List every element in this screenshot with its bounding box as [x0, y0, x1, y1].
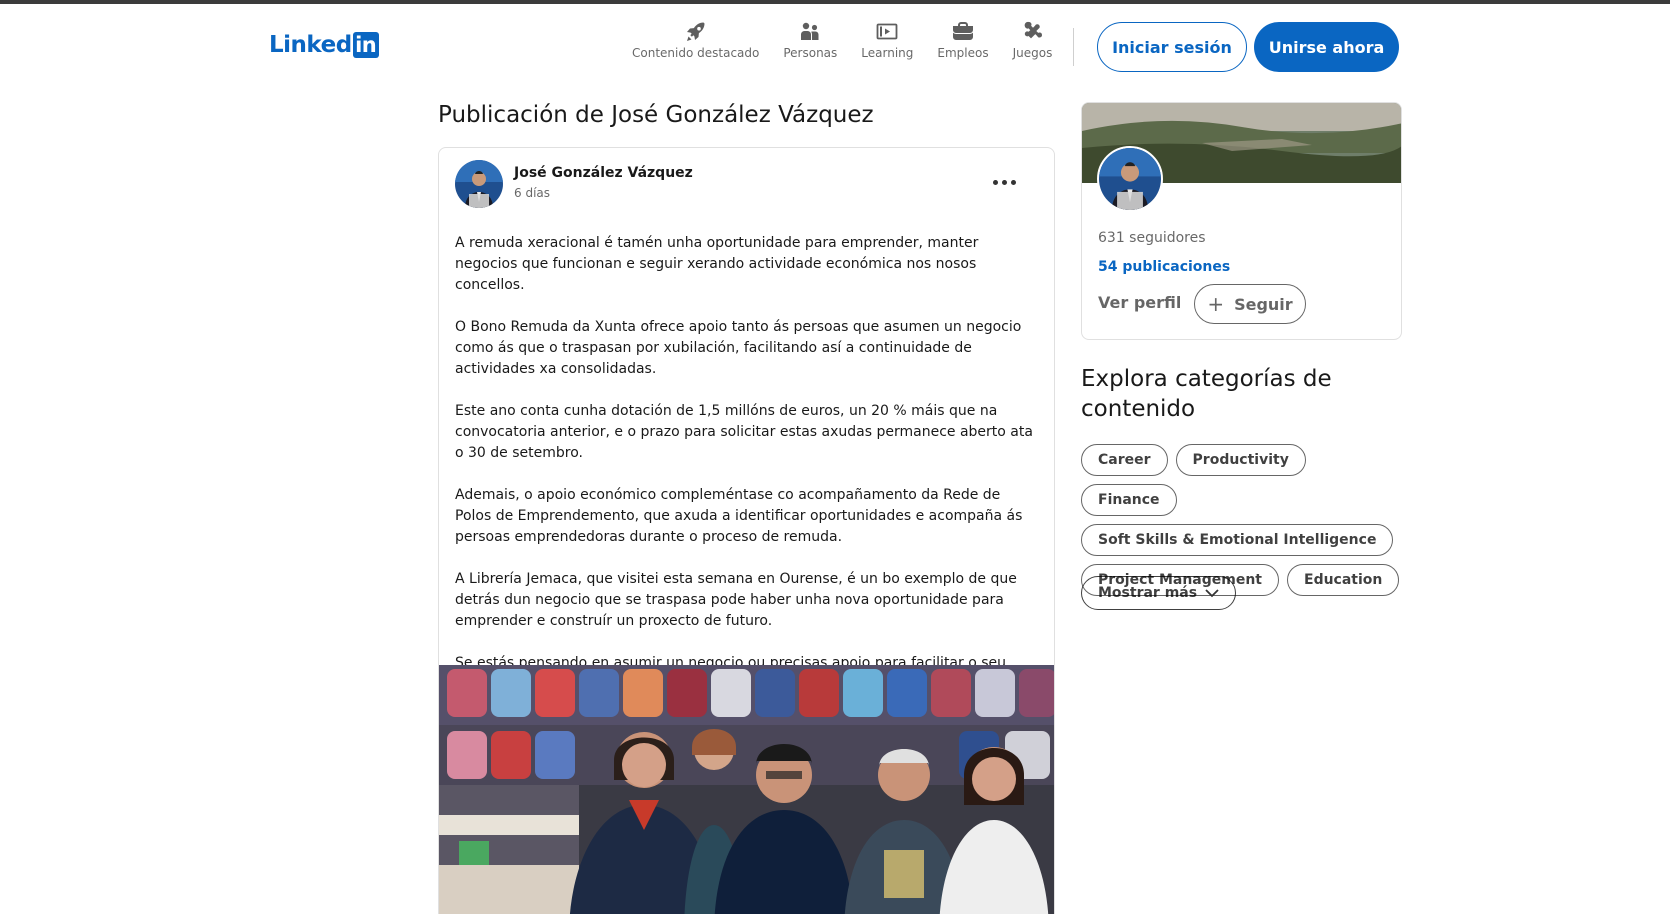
profile-avatar[interactable] — [1097, 146, 1163, 212]
view-profile-link[interactable]: Ver perfil — [1098, 293, 1181, 312]
logo-in-box: in — [352, 32, 379, 58]
people-icon — [801, 22, 819, 40]
follow-button[interactable]: + Seguir — [1194, 284, 1306, 324]
global-header: Linked in Contenido destacado Personas Le… — [0, 4, 1670, 84]
post-timestamp: 6 días — [514, 186, 551, 200]
nav-item-empleos[interactable]: Empleos — [925, 20, 1000, 70]
follow-label: Seguir — [1234, 294, 1293, 314]
category-chip-education[interactable]: Education — [1287, 564, 1400, 596]
nav-divider — [1073, 28, 1074, 66]
followers-count: 631 seguidores — [1098, 230, 1206, 246]
author-avatar[interactable] — [455, 160, 503, 208]
category-chip-productivity[interactable]: Productivity — [1175, 444, 1306, 476]
play-video-icon — [876, 23, 898, 40]
post-text: A remuda xeracional é tamén unha oportun… — [455, 233, 1040, 716]
posts-count-link[interactable]: 54 publicaciones — [1098, 259, 1230, 275]
plus-icon: + — [1207, 292, 1225, 316]
show-more-label: Mostrar más — [1098, 585, 1198, 601]
chevron-down-icon — [1205, 589, 1219, 598]
main-nav: Contenido destacado Personas Learning Em… — [620, 20, 1064, 70]
briefcase-icon — [953, 22, 973, 40]
category-chip-finance[interactable]: Finance — [1081, 484, 1177, 516]
linkedin-logo[interactable]: Linked in — [269, 31, 379, 59]
nav-item-juegos[interactable]: Juegos — [1001, 20, 1065, 70]
join-now-button[interactable]: Unirse ahora — [1254, 22, 1399, 72]
signin-button[interactable]: Iniciar sesión — [1097, 22, 1247, 72]
nav-label: Contenido destacado — [632, 46, 760, 60]
nav-label: Personas — [783, 46, 838, 60]
post-paragraph: Este ano conta cunha dotación de 1,5 mil… — [455, 403, 1033, 461]
post-image[interactable] — [439, 665, 1054, 914]
nav-item-contenido-destacado[interactable]: Contenido destacado — [620, 20, 771, 70]
post-author-name[interactable]: José González Vázquez — [514, 165, 693, 181]
nav-label: Learning — [861, 46, 914, 60]
show-more-button[interactable]: Mostrar más — [1081, 576, 1237, 610]
post-card: José González Vázquez 6 días A remuda xe… — [438, 147, 1055, 914]
category-chips: Career Productivity Finance Soft Skills … — [1081, 444, 1402, 596]
post-paragraph: A remuda xeracional é tamén unha oportun… — [455, 235, 979, 293]
post-paragraph: Ademais, o apoio económico compleméntase… — [455, 487, 1023, 545]
author-profile-card: 631 seguidores 54 publicaciones Ver perf… — [1081, 102, 1402, 340]
page-title: Publicación de José González Vázquez — [438, 102, 874, 128]
post-paragraph: O Bono Remuda da Xunta ofrece apoio tant… — [455, 319, 1022, 377]
nav-item-personas[interactable]: Personas — [771, 20, 849, 70]
ellipsis-icon[interactable] — [987, 170, 1021, 194]
explore-categories-title: Explora categorías de contenido — [1081, 366, 1332, 422]
category-chip-soft-skills[interactable]: Soft Skills & Emotional Intelligence — [1081, 524, 1394, 556]
logo-text: Linked — [269, 32, 352, 58]
post-paragraph: A Librería Jemaca, que visitei esta sema… — [455, 571, 1017, 629]
category-chip-career[interactable]: Career — [1081, 444, 1168, 476]
rocket-icon — [686, 22, 705, 41]
nav-label: Juegos — [1012, 46, 1053, 60]
puzzle-icon — [1025, 21, 1043, 39]
nav-label: Empleos — [937, 46, 989, 60]
nav-item-learning[interactable]: Learning — [849, 20, 925, 70]
